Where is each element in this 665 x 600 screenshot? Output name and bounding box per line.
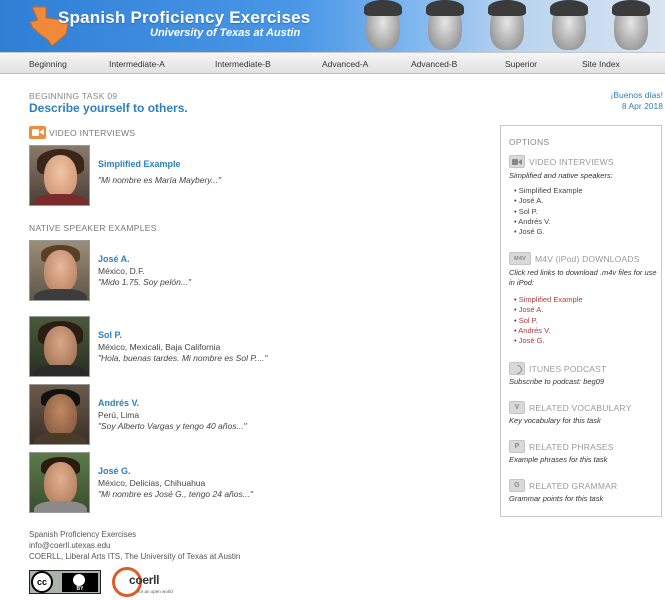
section-native-speakers: NATIVE SPEAKER EXAMPLES [29, 223, 157, 233]
site-title[interactable]: Spanish Proficiency Exercises [58, 8, 310, 28]
speaker-name-link[interactable]: Andrés V. [98, 398, 139, 408]
speaker-photo[interactable] [29, 145, 90, 206]
nav-superior[interactable]: Superior [505, 59, 537, 69]
coerll-wordmark: coerll [129, 573, 160, 587]
section-video-interviews: VIDEO INTERVIEWS [29, 126, 135, 139]
header-face-photo [476, 0, 536, 52]
video-camera-icon [29, 126, 46, 139]
footer-credits: COERLL, Liberal Arts ITS, The University… [29, 552, 241, 561]
creative-commons-badge[interactable]: cc BY [29, 570, 101, 594]
options-phrases-head[interactable]: P RELATED PHRASES [509, 440, 614, 453]
page-title: Describe yourself to others. [29, 101, 188, 115]
m4v-download-icon: M4V [509, 252, 531, 265]
speaker-name-link[interactable]: José G. [98, 466, 131, 476]
m4v-download-link[interactable]: José G. [514, 336, 583, 346]
greeting: ¡Buenos días! [610, 90, 663, 100]
speaker-quote: "Mido 1.75. Soy pelón..." [98, 277, 191, 287]
speaker-location: Perú, Lima [98, 410, 140, 420]
options-podcast-label: ITUNES PODCAST [529, 363, 607, 374]
options-video-item[interactable]: Simplified Example [514, 186, 583, 196]
speaker-photo[interactable] [29, 316, 90, 377]
coerll-tagline: for an open world [138, 589, 173, 594]
section-label: VIDEO INTERVIEWS [49, 127, 136, 138]
options-vocab-head[interactable]: V RELATED VOCABULARY [509, 401, 631, 414]
options-video-item[interactable]: Andrés V. [514, 217, 583, 227]
options-video-desc: Simplified and native speakers: [509, 171, 613, 180]
m4v-download-link[interactable]: Andrés V. [514, 326, 583, 336]
header-face-photo [538, 0, 598, 52]
by-label: BY [76, 586, 84, 592]
options-video-item[interactable]: Sol P. [514, 207, 583, 217]
speaker-location: México, Delicias, Chihuahua [98, 478, 206, 488]
video-camera-icon [509, 155, 525, 168]
header-face-photo [352, 0, 412, 52]
by-attribution-icon: BY [62, 573, 98, 592]
site-subtitle: University of Texas at Austin [150, 27, 301, 39]
footer-site-name: Spanish Proficiency Exercises [29, 530, 137, 539]
cc-icon: cc [31, 571, 53, 593]
options-vocab-label: RELATED VOCABULARY [529, 402, 632, 413]
options-m4v-head: M4V M4V (iPod) DOWNLOADS [509, 252, 640, 265]
date-label: 8 Apr 2018 [621, 101, 663, 111]
options-grammar-desc: Grammar points for this task [509, 494, 604, 503]
task-label: BEGINNING TASK 09 [29, 91, 118, 101]
options-video-list: Simplified Example José A. Sol P. Andrés… [514, 186, 583, 237]
speaker-quote: "Hola, buenas tardes. Mi nombre es Sol P… [98, 353, 268, 363]
options-title: OPTIONS [509, 137, 550, 147]
m4v-download-link[interactable]: Simplified Example [514, 295, 583, 305]
options-m4v-list: Simplified Example José A. Sol P. Andrés… [514, 295, 583, 346]
speaker-name-link[interactable]: José A. [98, 254, 130, 264]
speaker-name-link[interactable]: Sol P. [98, 330, 122, 340]
nav-site-index[interactable]: Site Index [582, 59, 620, 69]
vocabulary-icon: V [509, 401, 525, 414]
options-podcast-head[interactable]: ITUNES PODCAST [509, 362, 606, 375]
speaker-location: México, Mexicali, Baja California [98, 342, 221, 352]
options-video-label: VIDEO INTERVIEWS [529, 156, 614, 167]
coerll-logo[interactable]: coerll for an open world [112, 567, 202, 597]
speaker-quote: "Mi nombre es María Maybery..." [98, 175, 222, 185]
m4v-download-link[interactable]: Sol P. [514, 316, 583, 326]
speaker-photo[interactable] [29, 452, 90, 513]
site-header: Spanish Proficiency Exercises University… [0, 0, 665, 52]
section-label: NATIVE SPEAKER EXAMPLES [29, 223, 157, 233]
options-video-item[interactable]: José G. [514, 227, 583, 237]
speaker-location: México, D.F. [98, 266, 145, 276]
nav-advanced-b[interactable]: Advanced-B [411, 59, 457, 69]
phrases-icon: P [509, 440, 525, 453]
podcast-icon [509, 362, 525, 375]
options-video-item[interactable]: José A. [514, 196, 583, 206]
nav-beginning[interactable]: Beginning [29, 59, 67, 69]
nav-advanced-a[interactable]: Advanced-A [322, 59, 368, 69]
options-podcast-desc: Subscribe to podcast: beg09 [509, 377, 605, 386]
options-phrases-label: RELATED PHRASES [529, 441, 614, 452]
options-vocab-desc: Key vocabulary for this task [509, 416, 601, 425]
options-grammar-label: RELATED GRAMMAR [529, 480, 618, 491]
options-video-head: VIDEO INTERVIEWS [509, 155, 614, 168]
header-face-photo [600, 0, 660, 52]
nav-intermediate-a[interactable]: Intermediate-A [109, 59, 165, 69]
grammar-icon: G [509, 479, 525, 492]
m4v-download-link[interactable]: José A. [514, 305, 583, 315]
main-nav: Beginning Intermediate-A Intermediate-B … [0, 52, 665, 74]
nav-intermediate-b[interactable]: Intermediate-B [215, 59, 271, 69]
footer-email-link[interactable]: info@coerll.utexas.edu [29, 541, 111, 550]
speaker-photo[interactable] [29, 240, 90, 301]
options-panel: OPTIONS VIDEO INTERVIEWS Simplified and … [500, 125, 662, 517]
speaker-quote: "Soy Alberto Vargas y tengo 40 años..." [98, 421, 247, 431]
speaker-quote: "Mi nombre es José G., tengo 24 años..." [98, 489, 253, 499]
speaker-name-link[interactable]: Simplified Example [98, 159, 181, 169]
speaker-photo[interactable] [29, 384, 90, 445]
header-face-photo [414, 0, 474, 52]
options-m4v-label: M4V (iPod) DOWNLOADS [535, 253, 640, 264]
options-phrases-desc: Example phrases for this task [509, 455, 608, 464]
options-grammar-head[interactable]: G RELATED GRAMMAR [509, 479, 617, 492]
options-m4v-desc: Click red links to download .m4v files f… [509, 268, 657, 287]
